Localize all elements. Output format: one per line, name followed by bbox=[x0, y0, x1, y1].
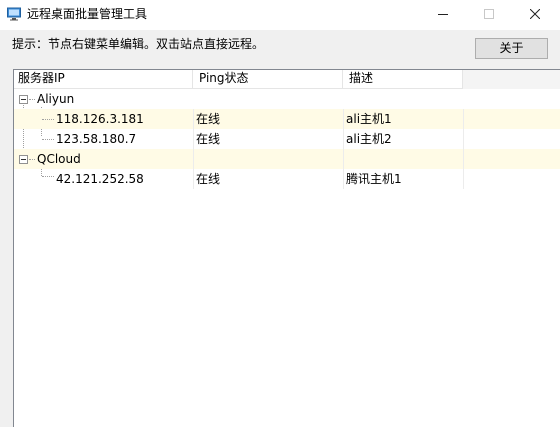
group-name: QCloud bbox=[37, 152, 81, 166]
tree-group-qcloud[interactable]: QCloud bbox=[14, 149, 560, 169]
table-row[interactable]: 118.126.3.181 在线 ali主机1 bbox=[14, 109, 560, 129]
column-divider bbox=[343, 169, 344, 189]
ping-status: 在线 bbox=[196, 132, 221, 146]
about-button[interactable]: 关于 bbox=[475, 38, 548, 59]
column-header-filler bbox=[463, 70, 560, 89]
column-divider bbox=[463, 109, 464, 129]
hint-text: 提示：节点右键菜单编辑。双击站点直接远程。 bbox=[12, 37, 265, 51]
column-divider bbox=[193, 149, 194, 169]
tree-connector bbox=[29, 99, 35, 100]
table-row[interactable]: 123.58.180.7 在线 ali主机2 bbox=[14, 129, 560, 149]
close-button[interactable] bbox=[512, 0, 558, 30]
server-ip: 118.126.3.181 bbox=[56, 112, 144, 126]
server-ip: 42.121.252.58 bbox=[56, 172, 144, 186]
collapse-icon[interactable] bbox=[19, 155, 28, 164]
tree-connector bbox=[42, 119, 54, 120]
server-desc: 腾讯主机1 bbox=[346, 172, 402, 186]
minimize-button[interactable] bbox=[420, 0, 466, 30]
column-divider bbox=[343, 149, 344, 169]
column-divider bbox=[193, 109, 194, 129]
tree-connector bbox=[42, 176, 54, 177]
server-desc: ali主机1 bbox=[346, 112, 392, 126]
column-divider bbox=[193, 129, 194, 149]
column-divider bbox=[463, 129, 464, 149]
column-divider bbox=[193, 169, 194, 189]
tree-group-aliyun[interactable]: Aliyun bbox=[14, 89, 560, 109]
server-desc: ali主机2 bbox=[346, 132, 392, 146]
app-icon bbox=[7, 7, 21, 21]
column-header-desc[interactable]: 描述 bbox=[343, 70, 463, 89]
collapse-icon[interactable] bbox=[19, 95, 28, 104]
group-name: Aliyun bbox=[37, 92, 75, 106]
column-divider bbox=[343, 129, 344, 149]
server-tree-view[interactable]: 服务器IP Ping状态 描述 Aliyun 118.126.3.181 在线 … bbox=[13, 69, 560, 427]
minimize-icon bbox=[438, 14, 448, 15]
ping-status: 在线 bbox=[196, 172, 221, 186]
ping-status: 在线 bbox=[196, 112, 221, 126]
maximize-icon bbox=[484, 9, 494, 19]
server-ip: 123.58.180.7 bbox=[56, 132, 137, 146]
column-header-ip[interactable]: 服务器IP bbox=[14, 70, 193, 89]
close-icon bbox=[530, 9, 540, 19]
title-bar[interactable]: 远程桌面批量管理工具 bbox=[0, 0, 560, 30]
column-header-ping[interactable]: Ping状态 bbox=[193, 70, 343, 89]
tree-connector bbox=[42, 139, 54, 140]
column-divider bbox=[463, 169, 464, 189]
table-row[interactable]: 42.121.252.58 在线 腾讯主机1 bbox=[14, 169, 560, 189]
window-title: 远程桌面批量管理工具 bbox=[27, 7, 148, 21]
tree-connector bbox=[29, 159, 35, 160]
column-divider bbox=[463, 149, 464, 169]
column-header: 服务器IP Ping状态 描述 bbox=[14, 70, 560, 89]
column-divider bbox=[343, 109, 344, 129]
maximize-button[interactable] bbox=[466, 0, 512, 30]
